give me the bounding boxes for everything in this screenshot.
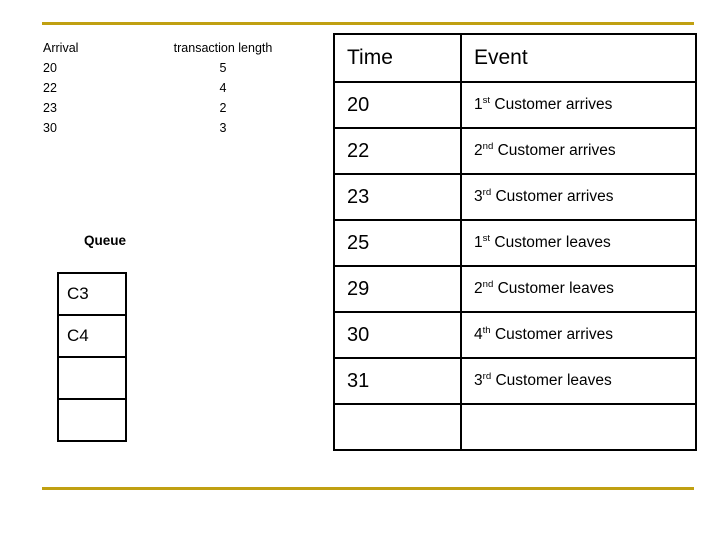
event-ordinal-suffix: nd bbox=[482, 140, 494, 152]
event-ordinal-suffix: st bbox=[482, 232, 491, 244]
queue-cell bbox=[59, 400, 125, 442]
event-ordinal-suffix: rd bbox=[482, 186, 492, 198]
table-row bbox=[333, 403, 697, 451]
cell-time: 29 bbox=[333, 265, 462, 313]
event-text: Customer arrives bbox=[491, 188, 614, 205]
arrival-value: 22 bbox=[43, 81, 57, 95]
event-ordinal-suffix: th bbox=[482, 324, 491, 336]
event-ordinal-number: 3 bbox=[474, 188, 483, 205]
arrival-column-header: Arrival bbox=[43, 41, 79, 55]
transaction-length-value: 2 bbox=[219, 101, 227, 115]
arrival-list-row: 22 4 bbox=[42, 78, 312, 98]
cell-event: 1st Customer arrives bbox=[460, 81, 697, 129]
transaction-length-column-header: transaction length bbox=[173, 41, 273, 55]
arrival-list-row: 20 5 bbox=[42, 58, 312, 78]
event-ordinal-number: 2 bbox=[474, 280, 483, 297]
event-text: Customer arrives bbox=[490, 326, 613, 343]
table-row: 29 2nd Customer leaves bbox=[333, 265, 697, 313]
queue-stack: C3 C4 bbox=[57, 272, 127, 442]
event-ordinal-number: 4 bbox=[474, 326, 483, 343]
cell-event: 2nd Customer leaves bbox=[460, 265, 697, 313]
event-ordinal-number: 1 bbox=[474, 96, 483, 113]
queue-label: Queue bbox=[83, 233, 126, 248]
queue-cell bbox=[59, 358, 125, 400]
cell-event: 4th Customer arrives bbox=[460, 311, 697, 359]
cell-event bbox=[460, 403, 697, 451]
cell-event: 3rd Customer arrives bbox=[460, 173, 697, 221]
arrival-value: 23 bbox=[43, 101, 57, 115]
cell-event: 1st Customer leaves bbox=[460, 219, 697, 267]
arrival-list-row: 30 3 bbox=[42, 118, 312, 138]
event-text: Customer leaves bbox=[490, 234, 611, 251]
cell-time: 25 bbox=[333, 219, 462, 267]
cell-time bbox=[333, 403, 462, 451]
arrival-list-row: 23 2 bbox=[42, 98, 312, 118]
queue-cell: C3 bbox=[59, 274, 125, 316]
bottom-divider-rule bbox=[42, 487, 694, 490]
table-row: 20 1st Customer arrives bbox=[333, 81, 697, 129]
event-ordinal-number: 3 bbox=[474, 372, 483, 389]
event-ordinal-suffix: rd bbox=[482, 370, 492, 382]
event-ordinal-suffix: nd bbox=[482, 278, 494, 290]
transaction-length-value: 5 bbox=[219, 61, 227, 75]
table-row: 22 2nd Customer arrives bbox=[333, 127, 697, 175]
column-header-time: Time bbox=[333, 33, 462, 83]
cell-event: 3rd Customer leaves bbox=[460, 357, 697, 405]
cell-time: 30 bbox=[333, 311, 462, 359]
event-ordinal-number: 1 bbox=[474, 234, 483, 251]
event-text: Customer leaves bbox=[491, 372, 612, 389]
cell-time: 20 bbox=[333, 81, 462, 129]
queue-cell: C4 bbox=[59, 316, 125, 358]
event-ordinal-number: 2 bbox=[474, 142, 483, 159]
cell-time: 22 bbox=[333, 127, 462, 175]
column-header-event: Event bbox=[460, 33, 697, 83]
arrival-list-header-row: Arrival transaction length bbox=[42, 38, 312, 58]
slide-canvas: Arrival transaction length 20 5 22 4 23 … bbox=[0, 0, 720, 540]
cell-event: 2nd Customer arrives bbox=[460, 127, 697, 175]
event-table: Time Event 20 1st Customer arrives 22 2n… bbox=[333, 33, 697, 451]
event-ordinal-suffix: st bbox=[482, 94, 491, 106]
arrival-list: Arrival transaction length 20 5 22 4 23 … bbox=[42, 38, 312, 138]
table-row: 23 3rd Customer arrives bbox=[333, 173, 697, 221]
transaction-length-value: 3 bbox=[219, 121, 227, 135]
arrival-value: 30 bbox=[43, 121, 57, 135]
cell-time: 31 bbox=[333, 357, 462, 405]
arrival-value: 20 bbox=[43, 61, 57, 75]
event-text: Customer arrives bbox=[493, 142, 616, 159]
event-table-header-row: Time Event bbox=[333, 33, 697, 83]
event-text: Customer arrives bbox=[490, 96, 613, 113]
cell-time: 23 bbox=[333, 173, 462, 221]
top-divider-rule bbox=[42, 22, 694, 25]
transaction-length-value: 4 bbox=[219, 81, 227, 95]
event-text: Customer leaves bbox=[493, 280, 614, 297]
table-row: 31 3rd Customer leaves bbox=[333, 357, 697, 405]
table-row: 30 4th Customer arrives bbox=[333, 311, 697, 359]
table-row: 25 1st Customer leaves bbox=[333, 219, 697, 267]
